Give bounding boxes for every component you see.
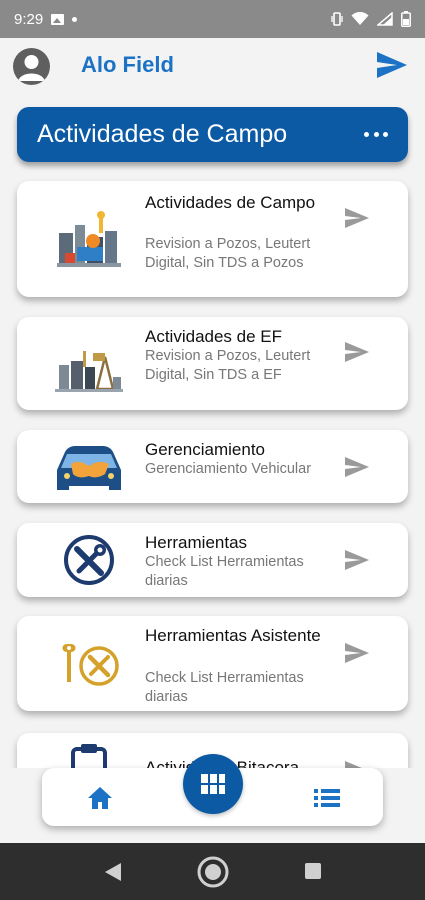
pump-station-icon — [55, 351, 123, 392]
system-nav-bar — [0, 843, 425, 900]
card-actividades-ef[interactable]: Actividades de EF Revision a Pozos, Leut… — [17, 317, 408, 410]
oil-field-icon — [57, 211, 121, 267]
card-subtitle: Check List Herramientas diarias — [145, 670, 304, 705]
card-title: Herramientas — [145, 533, 248, 552]
battery-icon — [401, 11, 411, 27]
vibrate-icon — [331, 12, 343, 26]
card-gerenciamiento[interactable]: Gerenciamiento Gerenciamiento Vehicular — [17, 430, 408, 503]
grid-icon — [201, 774, 225, 794]
home-icon[interactable] — [86, 785, 114, 811]
avatar[interactable] — [13, 48, 50, 85]
send-icon[interactable] — [375, 50, 409, 80]
status-time: 9:29 — [14, 10, 44, 28]
card-title: Herramientas Asistente — [145, 626, 321, 645]
card-herramientas-asistente[interactable]: Herramientas Asistente Check List Herram… — [17, 616, 408, 711]
card-title: Gerenciamiento — [145, 440, 266, 459]
car-handshake-icon — [57, 446, 121, 490]
send-icon[interactable] — [344, 206, 370, 230]
card-actividades-campo[interactable]: Actividades de Campo Revision a Pozos, L… — [17, 181, 408, 297]
gallery-notification-icon — [51, 13, 65, 25]
card-subtitle: Gerenciamiento Vehicular — [145, 461, 312, 477]
section-banner: Actividades de Campo — [17, 107, 408, 162]
back-icon[interactable] — [104, 862, 122, 882]
card-title: Actividades de Campo — [145, 193, 316, 212]
grid-button[interactable] — [183, 754, 243, 814]
recent-apps-icon[interactable] — [305, 863, 321, 879]
user-icon — [18, 55, 45, 81]
tools-icon — [64, 535, 114, 585]
card-subtitle: Revision a Pozos, Leutert Digital, Sin T… — [145, 348, 311, 383]
bottom-nav — [42, 754, 383, 826]
activity-list: Actividades de Campo Revision a Pozos, L… — [0, 168, 425, 768]
status-bar: 9:29 — [0, 0, 425, 38]
send-icon[interactable] — [344, 641, 370, 665]
send-icon[interactable] — [344, 340, 370, 364]
more-options-icon[interactable] — [364, 125, 388, 143]
card-subtitle: Check List Herramientas diarias — [145, 554, 304, 589]
card-title: Actividades de EF — [145, 327, 283, 346]
tools-assistant-icon — [62, 644, 119, 686]
card-herramientas[interactable]: Herramientas Check List Herramientas dia… — [17, 523, 408, 597]
send-icon[interactable] — [344, 759, 370, 768]
section-title: Actividades de Campo — [37, 120, 288, 148]
notification-dot-icon — [72, 16, 78, 22]
signal-icon — [377, 12, 393, 26]
app-title: Alo Field — [81, 52, 174, 77]
clipboard-icon — [71, 744, 107, 768]
send-icon[interactable] — [344, 455, 370, 479]
list-icon[interactable] — [313, 786, 341, 810]
home-circle-icon[interactable] — [197, 856, 229, 888]
card-title: Actividades Bitacora — [145, 758, 300, 768]
send-icon[interactable] — [344, 548, 370, 572]
wifi-icon — [351, 12, 369, 25]
card-subtitle: Revision a Pozos, Leutert Digital, Sin T… — [145, 236, 311, 271]
